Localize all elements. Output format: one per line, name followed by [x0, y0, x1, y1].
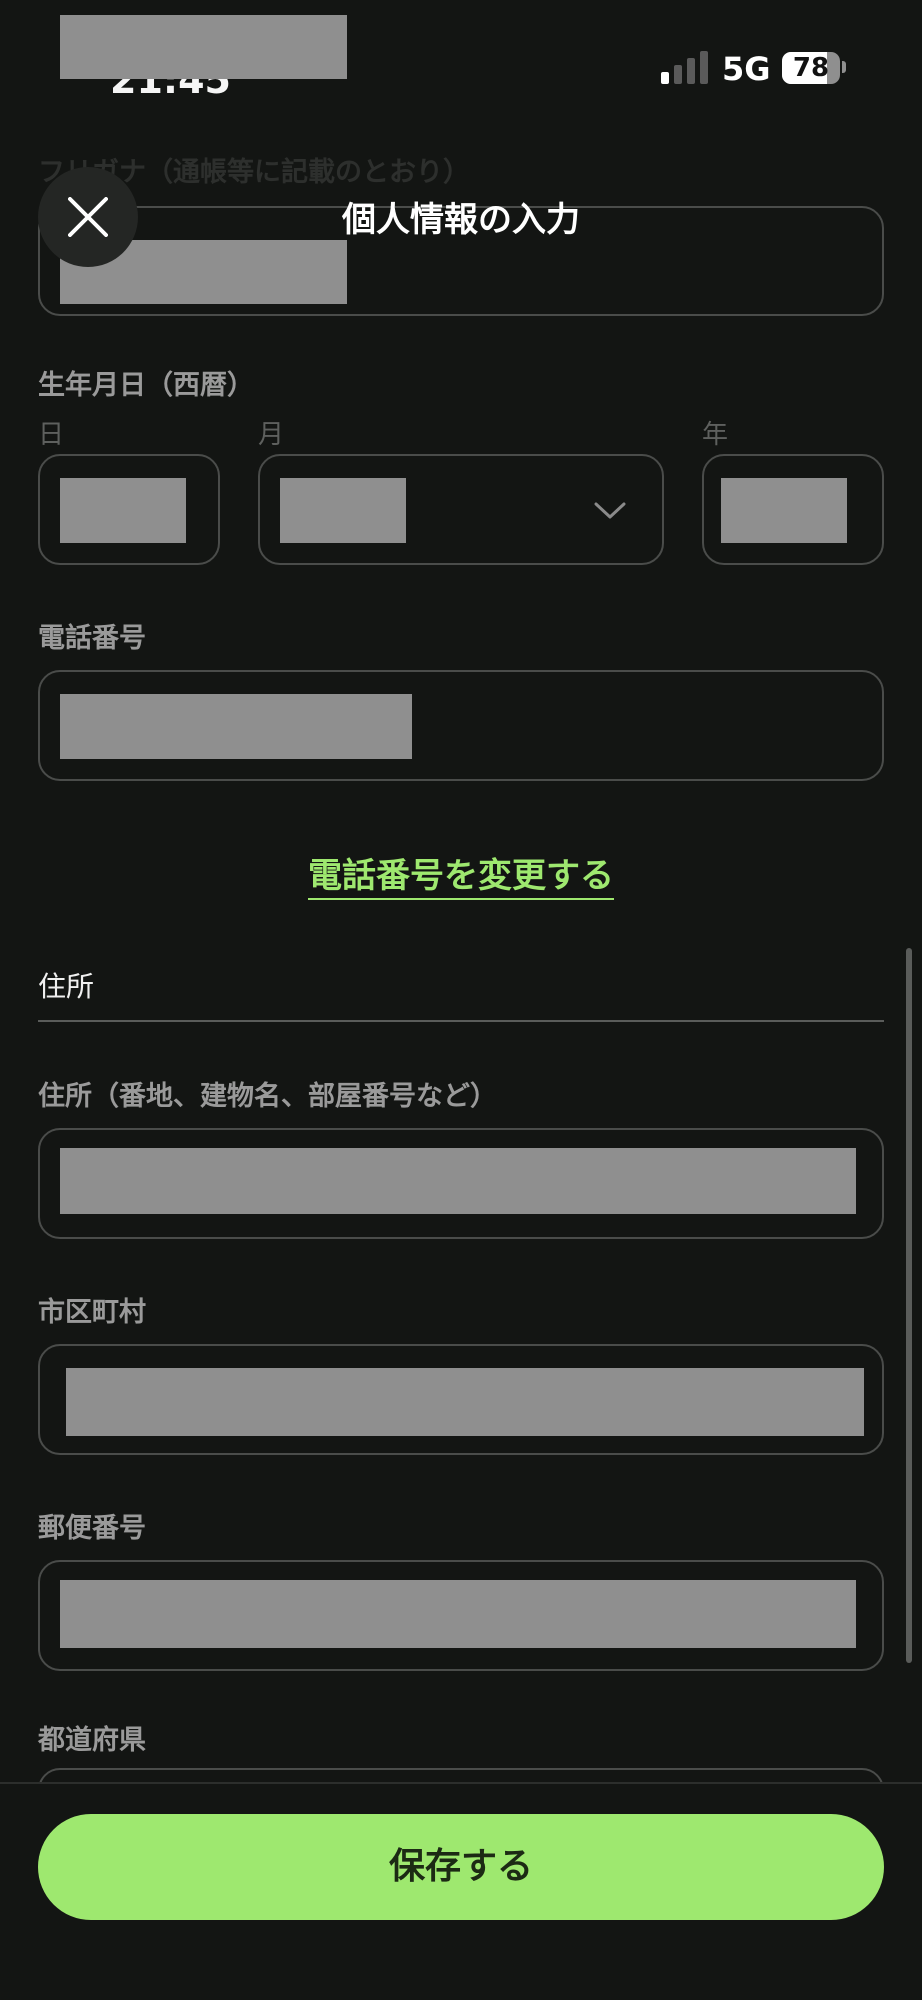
battery-level: 78 — [792, 53, 830, 83]
page-title: 個人情報の入力 — [342, 200, 580, 240]
network-label: 5G — [722, 50, 771, 88]
redacted-value — [280, 478, 406, 543]
personal-info-screen: 21:45 5G 78 フリガナ（通帳等に記載のとおり） 個人情報の入力 生年月… — [0, 0, 922, 2000]
day-label: 日 — [38, 420, 65, 450]
redacted-value — [60, 1580, 856, 1648]
redacted-value — [60, 694, 412, 759]
phone-label: 電話番号 — [38, 623, 146, 654]
redacted-value — [60, 1148, 856, 1214]
year-input[interactable] — [702, 454, 884, 565]
postal-label: 郵便番号 — [38, 1513, 146, 1544]
city-field[interactable] — [38, 1344, 884, 1455]
change-phone-link-text: 電話番号を変更する — [308, 856, 614, 900]
postal-code-field[interactable] — [38, 1560, 884, 1671]
birthdate-label: 生年月日（西暦） — [38, 370, 254, 401]
city-label: 市区町村 — [38, 1297, 146, 1328]
month-select[interactable] — [258, 454, 664, 565]
battery-cap — [842, 61, 846, 73]
street-address-field[interactable] — [38, 1128, 884, 1239]
day-input[interactable] — [38, 454, 220, 565]
redacted-block — [60, 15, 347, 79]
section-divider — [38, 1020, 884, 1022]
street-label: 住所（番地、建物名、部屋番号など） — [38, 1081, 497, 1112]
month-label: 月 — [258, 420, 285, 450]
redacted-value — [66, 1368, 864, 1436]
scrollbar[interactable] — [906, 948, 912, 1663]
year-label: 年 — [702, 420, 729, 450]
save-button[interactable]: 保存する — [38, 1814, 884, 1920]
prefecture-label: 都道府県 — [38, 1725, 146, 1756]
chevron-down-icon — [594, 502, 626, 519]
phone-field[interactable] — [38, 670, 884, 781]
redacted-value — [60, 478, 186, 543]
change-phone-link[interactable]: 電話番号を変更する — [0, 848, 922, 900]
battery-icon: 78 — [782, 52, 840, 84]
address-section-title: 住所 — [38, 970, 95, 1003]
status-bar: 21:45 5G 78 — [0, 0, 922, 120]
redacted-value — [721, 478, 847, 543]
signal-icon — [661, 50, 709, 84]
